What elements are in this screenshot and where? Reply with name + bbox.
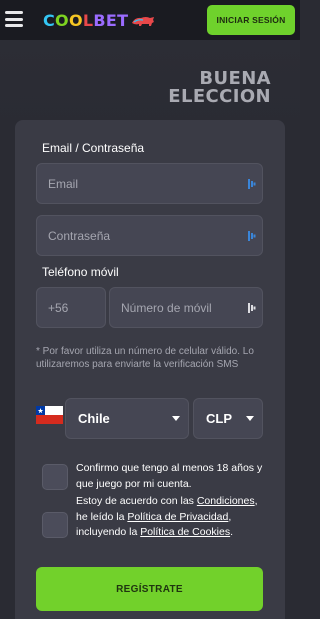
chile-flag-icon [36,406,63,424]
currency-select-value: CLP [206,411,232,426]
phone-prefix-field[interactable] [36,287,106,328]
hamburger-menu-icon[interactable] [5,11,23,27]
logo-letter-o2: O [68,11,83,30]
terms-suffix: . [230,526,234,538]
coolbet-logo[interactable]: C O O L BET [43,11,156,30]
key-icon [248,179,256,189]
age-consent-text: Confirmo que tengo al menos 18 años y qu… [76,462,263,490]
key-icon [248,303,256,313]
login-button[interactable]: INICIAR SESIÓN [207,5,295,35]
hero-title-line2: ELECCION [168,86,271,107]
terms-consent-checkbox[interactable] [42,512,68,538]
phone-number-field[interactable] [109,287,263,328]
cookies-policy-link[interactable]: Política de Cookies [140,526,230,538]
top-header: C O O L BET INICIAR SESIÓN [0,0,300,40]
privacy-policy-link[interactable]: Política de Privacidad [127,511,228,523]
bear-logo-icon [132,16,155,26]
logo-letter-o1: O [55,11,69,30]
logo-word-bet: BET [93,11,129,30]
terms-prefix: Estoy de acuerdo con las [76,495,197,507]
logo-letter-c: C [43,11,56,30]
key-icon [248,231,256,241]
hero-title: BUENA ELECCION [168,70,271,106]
country-select[interactable]: Chile [65,398,189,439]
country-select-value: Chile [78,411,110,426]
email-input[interactable] [37,176,262,191]
logo-letter-l: L [82,11,94,30]
chevron-down-icon [172,416,180,421]
email-password-label: Email / Contraseña [42,141,145,155]
age-consent-checkbox[interactable] [42,464,68,490]
password-field[interactable] [36,215,263,256]
phone-number-input[interactable] [110,300,262,315]
register-button[interactable]: REGÍSTRATE [36,567,263,611]
phone-label: Teléfono móvil [42,265,119,279]
terms-consent-text: Estoy de acuerdo con las Condiciones, he… [76,494,266,541]
email-field[interactable] [36,163,263,204]
phone-helper-text: * Por favor utiliza un número de celular… [36,346,254,370]
password-input[interactable] [37,228,262,243]
chevron-down-icon [246,416,254,421]
currency-select[interactable]: CLP [193,398,263,439]
phone-prefix-input[interactable] [37,300,105,315]
terms-link[interactable]: Condiciones [197,495,255,507]
